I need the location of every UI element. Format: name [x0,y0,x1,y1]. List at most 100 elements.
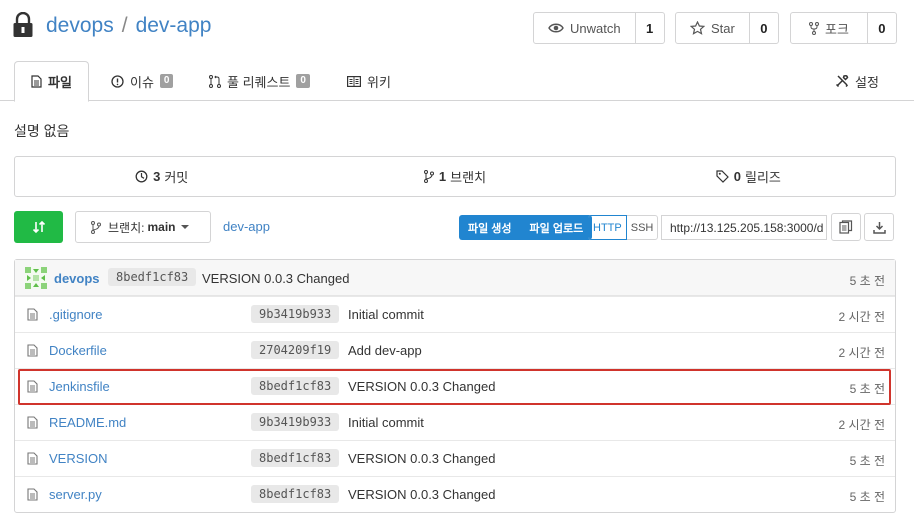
table-row[interactable]: Dockerfile 2704209f19 Add dev-app 2 시간 전 [15,332,895,368]
tab-pull-requests[interactable]: 풀 리퀘스트 0 [209,61,310,101]
avatar[interactable] [25,267,47,289]
book-icon [347,75,361,87]
issue-opened-icon [111,74,124,88]
table-row[interactable]: VERSION 8bedf1cf83 VERSION 0.0.3 Changed… [15,440,895,476]
file-name-link[interactable]: README.md [49,415,126,430]
fork-label: 포크 [825,21,849,37]
file-commit-message[interactable]: Add dev-app [348,343,422,358]
file-commit-message[interactable]: VERSION 0.0.3 Changed [348,379,495,394]
star-button[interactable]: Star [676,13,750,43]
commits-stat[interactable]: 3 커밋 [15,157,308,196]
tab-settings-label: 설정 [855,74,879,90]
file-commit-age: 5 초 전 [849,490,885,504]
file-name-link[interactable]: VERSION [49,451,108,466]
file-icon [27,380,38,393]
watch-count[interactable]: 1 [636,13,664,43]
releases-stat[interactable]: 0 릴리즈 [602,157,895,196]
file-name-link[interactable]: Jenkinsfile [49,379,110,394]
table-row[interactable]: Jenkinsfile 8bedf1cf83 VERSION 0.0.3 Cha… [15,368,895,404]
repo-title: devops / dev-app [46,14,211,38]
file-commit-age: 5 초 전 [849,454,885,468]
breadcrumb-repo-link[interactable]: dev-app [223,219,270,234]
tab-settings[interactable]: 설정 [835,61,879,101]
branch-selector[interactable]: 브랜치: main [75,211,211,243]
unwatch-button[interactable]: Unwatch [534,13,636,43]
repo-owner-link[interactable]: devops [46,14,114,37]
branches-label: 브랜치 [450,170,487,185]
tab-files-label: 파일 [48,75,72,90]
clone-url-input[interactable]: http://13.125.205.158:3000/d [661,215,827,240]
file-name-link[interactable]: server.py [49,487,102,502]
new-file-button[interactable]: 파일 생성 [459,215,521,240]
releases-label: 릴리즈 [744,170,781,185]
copy-icon [839,220,853,234]
repo-name-link[interactable]: dev-app [136,14,212,37]
table-row[interactable]: README.md 9b3419b933 Initial commit 2 시간… [15,404,895,440]
copy-clone-url-button[interactable] [831,213,861,241]
file-name-link[interactable]: Dockerfile [49,343,107,358]
tag-icon [716,170,729,183]
file-commit-sha[interactable]: 8bedf1cf83 [251,377,340,395]
file-icon [27,452,38,465]
latest-commit-author[interactable]: devops [54,271,100,286]
fork-button[interactable]: 포크 [791,13,868,43]
unwatch-label: Unwatch [570,20,621,36]
latest-commit-sha[interactable]: 8bedf1cf83 [108,268,197,286]
issues-count-badge: 0 [159,74,174,88]
releases-count: 0 [733,169,741,184]
eye-icon [548,23,564,33]
repo-stats-bar: 3 커밋 1 브랜치 0 릴리즈 [14,156,896,197]
file-commit-sha[interactable]: 9b3419b933 [251,305,340,323]
ssh-protocol-button[interactable]: SSH [627,216,658,239]
download-icon [872,221,886,234]
repo-header: devops / dev-app Unwatch 1 Star 0 포크 0 [0,0,914,56]
file-commit-message[interactable]: VERSION 0.0.3 Changed [348,487,495,502]
tab-issues-label: 이슈 [130,74,154,90]
commits-label: 커밋 [164,170,189,185]
http-protocol-button[interactable]: HTTP [588,215,627,240]
history-icon [135,170,148,183]
star-count[interactable]: 0 [750,13,778,43]
latest-commit-message[interactable]: VERSION 0.0.3 Changed [202,271,349,286]
chevron-down-icon [181,225,190,229]
table-row[interactable]: .gitignore 9b3419b933 Initial commit 2 시… [15,296,895,332]
file-commit-message[interactable]: Initial commit [348,415,424,430]
tab-pull-requests-label: 풀 리퀘스트 [227,74,291,90]
file-commit-message[interactable]: Initial commit [348,307,424,322]
file-commit-message[interactable]: VERSION 0.0.3 Changed [348,451,495,466]
latest-commit-row: devops 8bedf1cf83 VERSION 0.0.3 Changed … [15,260,895,296]
file-icon [27,344,38,357]
fork-count[interactable]: 0 [868,13,896,43]
compare-branches-button[interactable] [14,211,63,243]
pull-request-icon [209,74,221,88]
branches-stat[interactable]: 1 브랜치 [308,157,601,196]
file-commit-sha[interactable]: 9b3419b933 [251,413,340,431]
upload-file-button[interactable]: 파일 업로드 [521,215,593,240]
tools-icon [835,74,849,88]
fork-icon [809,21,819,35]
file-name-link[interactable]: .gitignore [49,307,102,322]
file-commit-sha[interactable]: 2704209f19 [251,341,340,359]
repo-tabs: 파일 이슈 0 풀 리퀘스트 0 위키 설정 [0,61,914,102]
tab-files[interactable]: 파일 [14,61,89,102]
tab-issues[interactable]: 이슈 0 [111,61,174,101]
pull-requests-count-badge: 0 [296,74,310,88]
table-row[interactable]: server.py 8bedf1cf83 VERSION 0.0.3 Chang… [15,476,895,512]
repo-title-separator: / [121,14,128,37]
download-archive-button[interactable] [864,213,894,241]
sync-arrows-icon [32,220,45,234]
file-icon [27,416,38,429]
file-commit-age: 5 초 전 [849,382,885,396]
file-commit-sha[interactable]: 8bedf1cf83 [251,449,340,467]
branch-icon [423,170,434,183]
clone-protocol-toggle: HTTP SSH [588,215,659,240]
tab-wiki[interactable]: 위키 [347,61,391,101]
latest-commit-age: 5 초 전 [849,274,885,288]
tab-wiki-label: 위키 [367,74,391,90]
lock-icon [13,12,33,37]
file-commit-sha[interactable]: 8bedf1cf83 [251,485,340,503]
file-icon [27,308,38,321]
star-icon [690,21,705,35]
file-list: devops 8bedf1cf83 VERSION 0.0.3 Changed … [14,259,896,513]
star-label: Star [711,20,735,36]
